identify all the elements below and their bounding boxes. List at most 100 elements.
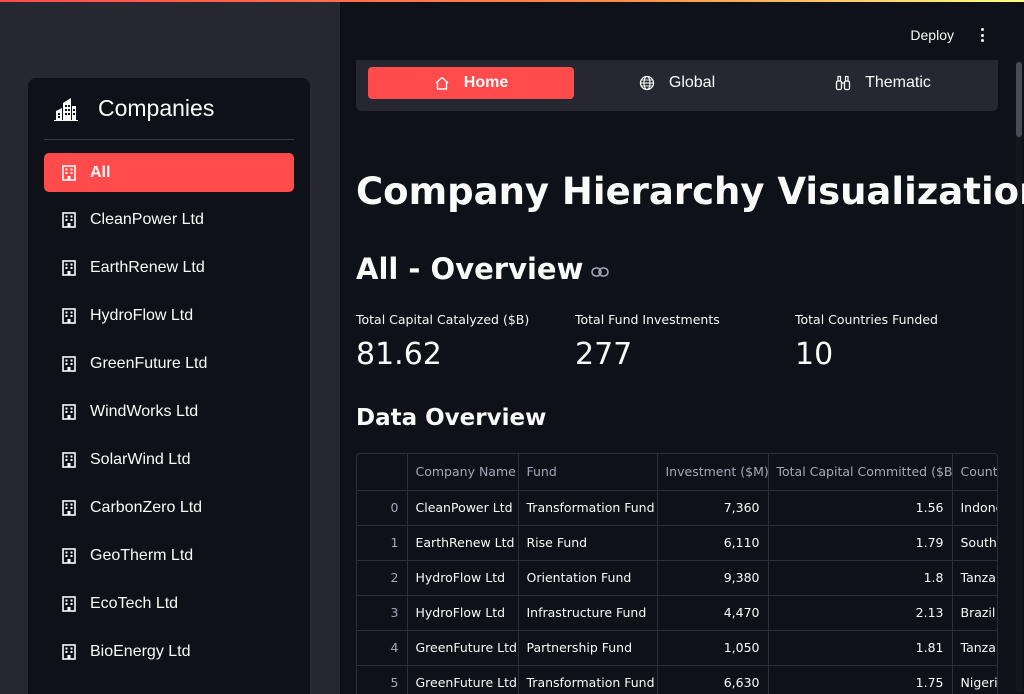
sidebar-item-cleanpower[interactable]: CleanPower Ltd <box>44 200 294 239</box>
cell-fund[interactable]: Transformation Fund <box>518 665 658 694</box>
cell-country[interactable]: Nigeria <box>952 665 997 694</box>
column-header-investment[interactable]: Investment ($M) <box>657 454 769 491</box>
cell-company[interactable]: GreenFuture Ltd <box>407 665 519 694</box>
sidebar-item-ecotech[interactable]: EcoTech Ltd <box>44 584 294 623</box>
building-icon <box>62 643 76 660</box>
cell-company[interactable]: CleanPower Ltd <box>407 490 519 526</box>
cell-capital[interactable]: 2.13 <box>768 595 953 631</box>
menu-header: Companies <box>44 78 294 140</box>
table-row[interactable]: 0 CleanPower Ltd Transformation Fund 7,3… <box>357 490 997 526</box>
building-icon <box>62 499 76 516</box>
cell-investment[interactable]: 4,470 <box>657 595 769 631</box>
scrollbar-thumb[interactable] <box>1016 62 1022 137</box>
sidebar-item-all[interactable]: All <box>44 153 294 192</box>
sidebar-item-solarwind[interactable]: SolarWind Ltd <box>44 440 294 479</box>
table-row[interactable]: 5 GreenFuture Ltd Transformation Fund 6,… <box>357 665 997 694</box>
buildings-icon <box>54 97 78 121</box>
building-icon <box>62 259 76 276</box>
cell-capital[interactable]: 1.56 <box>768 490 953 526</box>
tab-home[interactable]: Home <box>368 67 574 99</box>
sidebar-item-label: SolarWind Ltd <box>90 450 191 468</box>
globe-icon <box>639 75 655 91</box>
data-table[interactable]: Company Name Fund Investment ($M) Total … <box>356 453 998 694</box>
binoculars-icon <box>835 75 851 91</box>
cell-country[interactable]: Tanzania <box>952 560 997 596</box>
building-icon <box>62 451 76 468</box>
cell-fund[interactable]: Partnership Fund <box>518 630 658 666</box>
sidebar-item-bioenergy[interactable]: BioEnergy Ltd <box>44 632 294 671</box>
tab-label: Thematic <box>865 74 931 91</box>
cell-country[interactable]: Indonesia <box>952 490 997 526</box>
tab-thematic[interactable]: Thematic <box>780 67 986 99</box>
sidebar-item-label: CarbonZero Ltd <box>90 498 203 516</box>
table-header-row: Company Name Fund Investment ($M) Total … <box>357 454 997 491</box>
sidebar-item-label: BioEnergy Ltd <box>90 642 191 660</box>
row-index: 2 <box>357 560 408 596</box>
sidebar-item-carbonzero[interactable]: CarbonZero Ltd <box>44 488 294 527</box>
cell-investment[interactable]: 6,630 <box>657 665 769 694</box>
sidebar-item-windworks[interactable]: WindWorks Ltd <box>44 392 294 431</box>
sidebar-item-geotherm[interactable]: GeoTherm Ltd <box>44 536 294 575</box>
cell-country[interactable]: Brazil <box>952 595 997 631</box>
cell-country[interactable]: Tanzania <box>952 630 997 666</box>
sidebar-item-hydroflow[interactable]: HydroFlow Ltd <box>44 296 294 335</box>
metric-countries: Total Countries Funded 10 <box>795 312 1005 372</box>
column-header-company[interactable]: Company Name <box>407 454 519 491</box>
cell-fund[interactable]: Orientation Fund <box>518 560 658 596</box>
house-icon <box>435 76 449 90</box>
main-menu-icon[interactable] <box>978 28 986 44</box>
company-menu: Companies All CleanPower Ltd EarthRenew … <box>28 78 310 694</box>
cell-investment[interactable]: 9,380 <box>657 560 769 596</box>
metric-label: Total Fund Investments <box>575 312 720 327</box>
data-overview-title: Data Overview <box>356 405 547 431</box>
sidebar-item-label: HydroFlow Ltd <box>90 306 194 324</box>
cell-company[interactable]: EarthRenew Ltd <box>407 525 519 561</box>
sidebar-item-label: EcoTech Ltd <box>90 594 179 612</box>
cell-capital[interactable]: 1.8 <box>768 560 953 596</box>
cell-country[interactable]: South Africa <box>952 525 997 561</box>
cell-investment[interactable]: 1,050 <box>657 630 769 666</box>
metric-label: Total Countries Funded <box>795 312 938 327</box>
cell-capital[interactable]: 1.75 <box>768 665 953 694</box>
cell-investment[interactable]: 6,110 <box>657 525 769 561</box>
cell-company[interactable]: GreenFuture Ltd <box>407 630 519 666</box>
table-row[interactable]: 4 GreenFuture Ltd Partnership Fund 1,050… <box>357 630 997 666</box>
sidebar: Companies All CleanPower Ltd EarthRenew … <box>0 2 340 694</box>
cell-fund[interactable]: Rise Fund <box>518 525 658 561</box>
sidebar-item-earthrenew[interactable]: EarthRenew Ltd <box>44 248 294 287</box>
main-content: Deploy Home Global Thematic Company Hier… <box>340 2 1024 694</box>
cell-company[interactable]: HydroFlow Ltd <box>407 595 519 631</box>
sidebar-item-label: CleanPower Ltd <box>90 210 204 228</box>
building-icon <box>62 403 76 420</box>
building-icon <box>62 355 76 372</box>
metric-investments: Total Fund Investments 277 <box>575 312 785 372</box>
column-header-fund[interactable]: Fund <box>518 454 658 491</box>
cell-fund[interactable]: Transformation Fund <box>518 490 658 526</box>
cell-capital[interactable]: 1.81 <box>768 630 953 666</box>
table-row[interactable]: 2 HydroFlow Ltd Orientation Fund 9,380 1… <box>357 560 997 596</box>
cell-investment[interactable]: 7,360 <box>657 490 769 526</box>
deploy-button[interactable]: Deploy <box>910 27 954 43</box>
scrollbar-track[interactable] <box>1016 60 1022 692</box>
row-index: 0 <box>357 490 408 526</box>
row-index: 3 <box>357 595 408 631</box>
table-row[interactable]: 3 HydroFlow Ltd Infrastructure Fund 4,47… <box>357 595 997 631</box>
link-icon[interactable] <box>591 266 610 278</box>
top-decoration-bar <box>0 0 1024 2</box>
tab-global[interactable]: Global <box>574 67 780 99</box>
cell-fund[interactable]: Infrastructure Fund <box>518 595 658 631</box>
building-icon <box>62 164 76 181</box>
column-header-country[interactable]: Country <box>952 454 997 491</box>
row-index: 4 <box>357 630 408 666</box>
table-row[interactable]: 1 EarthRenew Ltd Rise Fund 6,110 1.79 So… <box>357 525 997 561</box>
metric-value: 81.62 <box>356 337 442 372</box>
building-icon <box>62 211 76 228</box>
cell-company[interactable]: HydroFlow Ltd <box>407 560 519 596</box>
sidebar-item-greenfuture[interactable]: GreenFuture Ltd <box>44 344 294 383</box>
overview-subheader: All - Overview <box>356 252 610 286</box>
column-header-capital[interactable]: Total Capital Committed ($B) <box>768 454 953 491</box>
column-header-index[interactable] <box>357 454 408 491</box>
tab-label: Global <box>668 74 716 91</box>
cell-capital[interactable]: 1.79 <box>768 525 953 561</box>
option-menu: Home Global Thematic <box>356 60 998 111</box>
